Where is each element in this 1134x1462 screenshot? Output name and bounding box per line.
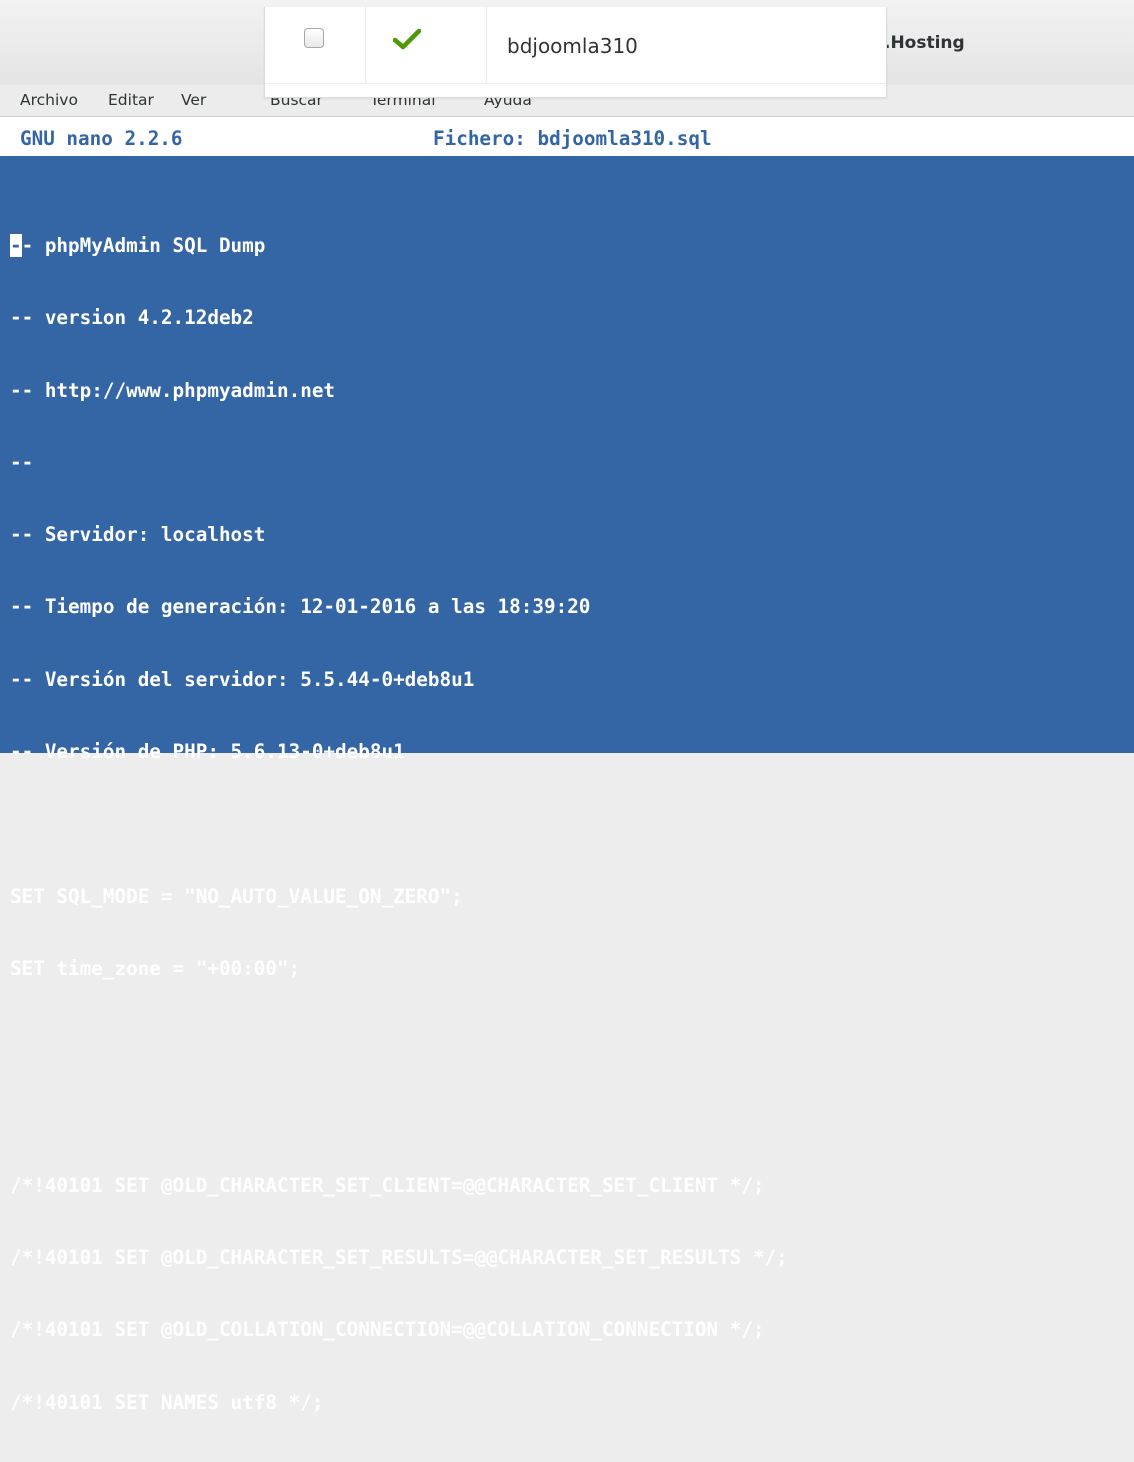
- database-name[interactable]: bdjoomla310: [507, 34, 638, 58]
- editor-line: /*!40101 SET NAMES utf8 */;: [10, 1390, 324, 1414]
- editor-line: -- phpMyAdmin SQL Dump: [10, 234, 266, 257]
- editor-line: -- Tiempo de generación: 12-01-2016 a la…: [10, 595, 591, 619]
- editor-line: -- Servidor: localhost: [10, 523, 266, 547]
- text-cursor: -: [10, 234, 22, 257]
- row-status-cell: [366, 7, 487, 84]
- editor-line: -- Versión de PHP: 5.6.13-0+deb8u1: [10, 740, 405, 764]
- editor-line: SET time_zone = "+00:00";: [10, 956, 301, 980]
- editor-line: -- Versión del servidor: 5.5.44-0+deb8u1: [10, 667, 475, 691]
- row-select-cell: [265, 7, 366, 84]
- editor-line: -- version 4.2.12deb2: [10, 306, 254, 330]
- editor-line: -- http://www.phpmyadmin.net: [10, 378, 336, 402]
- nano-filename: Fichero: bdjoomla310.sql: [433, 127, 712, 150]
- editor-line: SET SQL_MODE = "NO_AUTO_VALUE_ON_ZERO";: [10, 884, 463, 908]
- terminal-area[interactable]: GNU nano 2.2.6 Fichero: bdjoomla310.sql …: [0, 117, 1134, 1414]
- row-name-cell: bdjoomla310: [487, 7, 886, 84]
- editor-line: /*!40101 SET @OLD_CHARACTER_SET_RESULTS=…: [10, 1246, 788, 1270]
- editor-buffer[interactable]: -- phpMyAdmin SQL Dump -- version 4.2.12…: [10, 187, 788, 1462]
- checkmark-icon: [393, 28, 421, 50]
- editor-line: --: [10, 450, 34, 474]
- window-title: .Hosting: [884, 33, 965, 53]
- database-list-row: bdjoomla310: [264, 7, 887, 98]
- row-checkbox[interactable]: [304, 28, 324, 48]
- menu-ver[interactable]: Ver: [181, 91, 206, 109]
- nano-titlebar: GNU nano 2.2.6 Fichero: bdjoomla310.sql: [0, 117, 1134, 156]
- editor-line: /*!40101 SET @OLD_CHARACTER_SET_CLIENT=@…: [10, 1173, 765, 1197]
- editor-line: /*!40101 SET @OLD_COLLATION_CONNECTION=@…: [10, 1318, 765, 1342]
- menu-archivo[interactable]: Archivo: [20, 91, 78, 109]
- nano-version: GNU nano 2.2.6: [20, 127, 183, 150]
- menu-editar[interactable]: Editar: [108, 91, 154, 109]
